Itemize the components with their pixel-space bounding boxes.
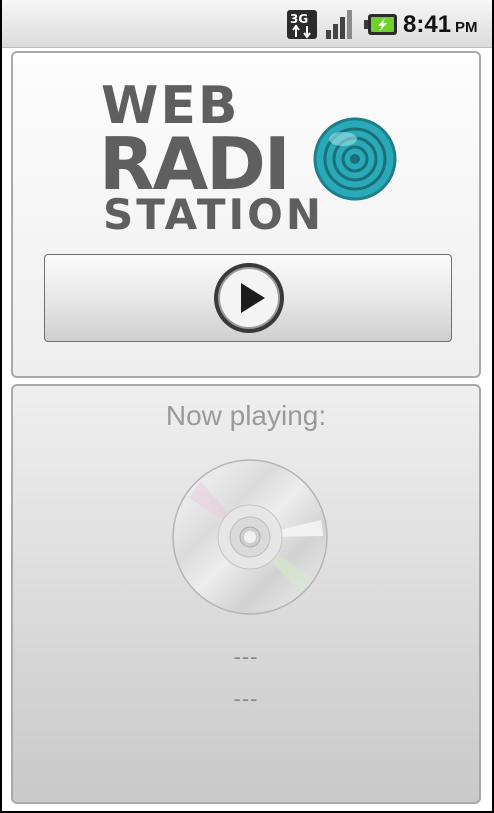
- play-button[interactable]: [44, 254, 452, 342]
- svg-text:STATION: STATION: [103, 190, 324, 235]
- track-artist: ---: [233, 644, 259, 669]
- signal-bars-icon: [326, 10, 352, 39]
- battery-charging-icon: [364, 14, 397, 35]
- app-screen: 3G 8:41 PM WEB RADI STATION Now playing:…: [2, 0, 492, 811]
- play-icon: [214, 263, 284, 333]
- track-title: ---: [233, 686, 259, 711]
- now-playing-panel: Now playing: --- ---: [11, 384, 481, 804]
- network-3g-icon: 3G: [287, 10, 317, 39]
- status-clock: 8:41 PM: [403, 11, 478, 39]
- player-panel: WEB RADI STATION: [11, 51, 481, 378]
- status-bar: 3G 8:41 PM: [2, 0, 492, 48]
- cd-disc-icon: [172, 459, 328, 615]
- now-playing-label: Now playing:: [165, 400, 327, 431]
- svg-text:3G: 3G: [290, 12, 308, 26]
- logo-speaker-icon: [313, 117, 397, 201]
- clock-ampm: PM: [455, 19, 478, 36]
- web-radio-station-logo: WEB RADI STATION: [99, 76, 397, 235]
- clock-time: 8:41: [403, 11, 452, 38]
